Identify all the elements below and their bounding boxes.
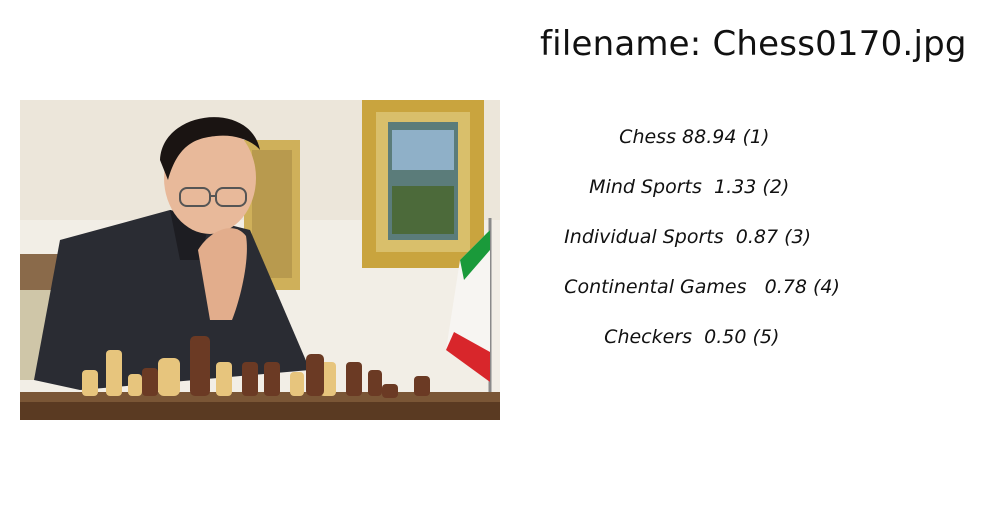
prediction-rank: (1) <box>742 126 770 148</box>
prediction-rank: (4) <box>812 276 840 298</box>
prediction-label: Checkers <box>604 326 693 348</box>
filename-prefix: filename: <box>540 24 713 64</box>
prediction-rank: (2) <box>762 176 790 198</box>
chess-photo <box>20 100 500 420</box>
prediction-score: 88.94 <box>682 126 737 148</box>
prediction-rank: (3) <box>784 226 812 248</box>
prediction-score: 1.33 <box>714 176 757 198</box>
filename-heading: filename: Chess0170.jpg <box>540 24 967 64</box>
prediction-label: Chess <box>619 126 676 148</box>
prediction-item: Checkers 0.50 (5) <box>580 304 779 370</box>
filename-value: Chess0170.jpg <box>712 24 967 64</box>
prediction-score: 0.50 <box>704 326 747 348</box>
prediction-label: Continental Games <box>564 276 747 298</box>
prediction-label: Individual Sports <box>564 226 724 248</box>
prediction-label: Mind Sports <box>589 176 702 198</box>
prediction-score: 0.78 <box>764 276 807 298</box>
prediction-score: 0.87 <box>735 226 779 248</box>
prediction-rank: (5) <box>752 326 780 348</box>
